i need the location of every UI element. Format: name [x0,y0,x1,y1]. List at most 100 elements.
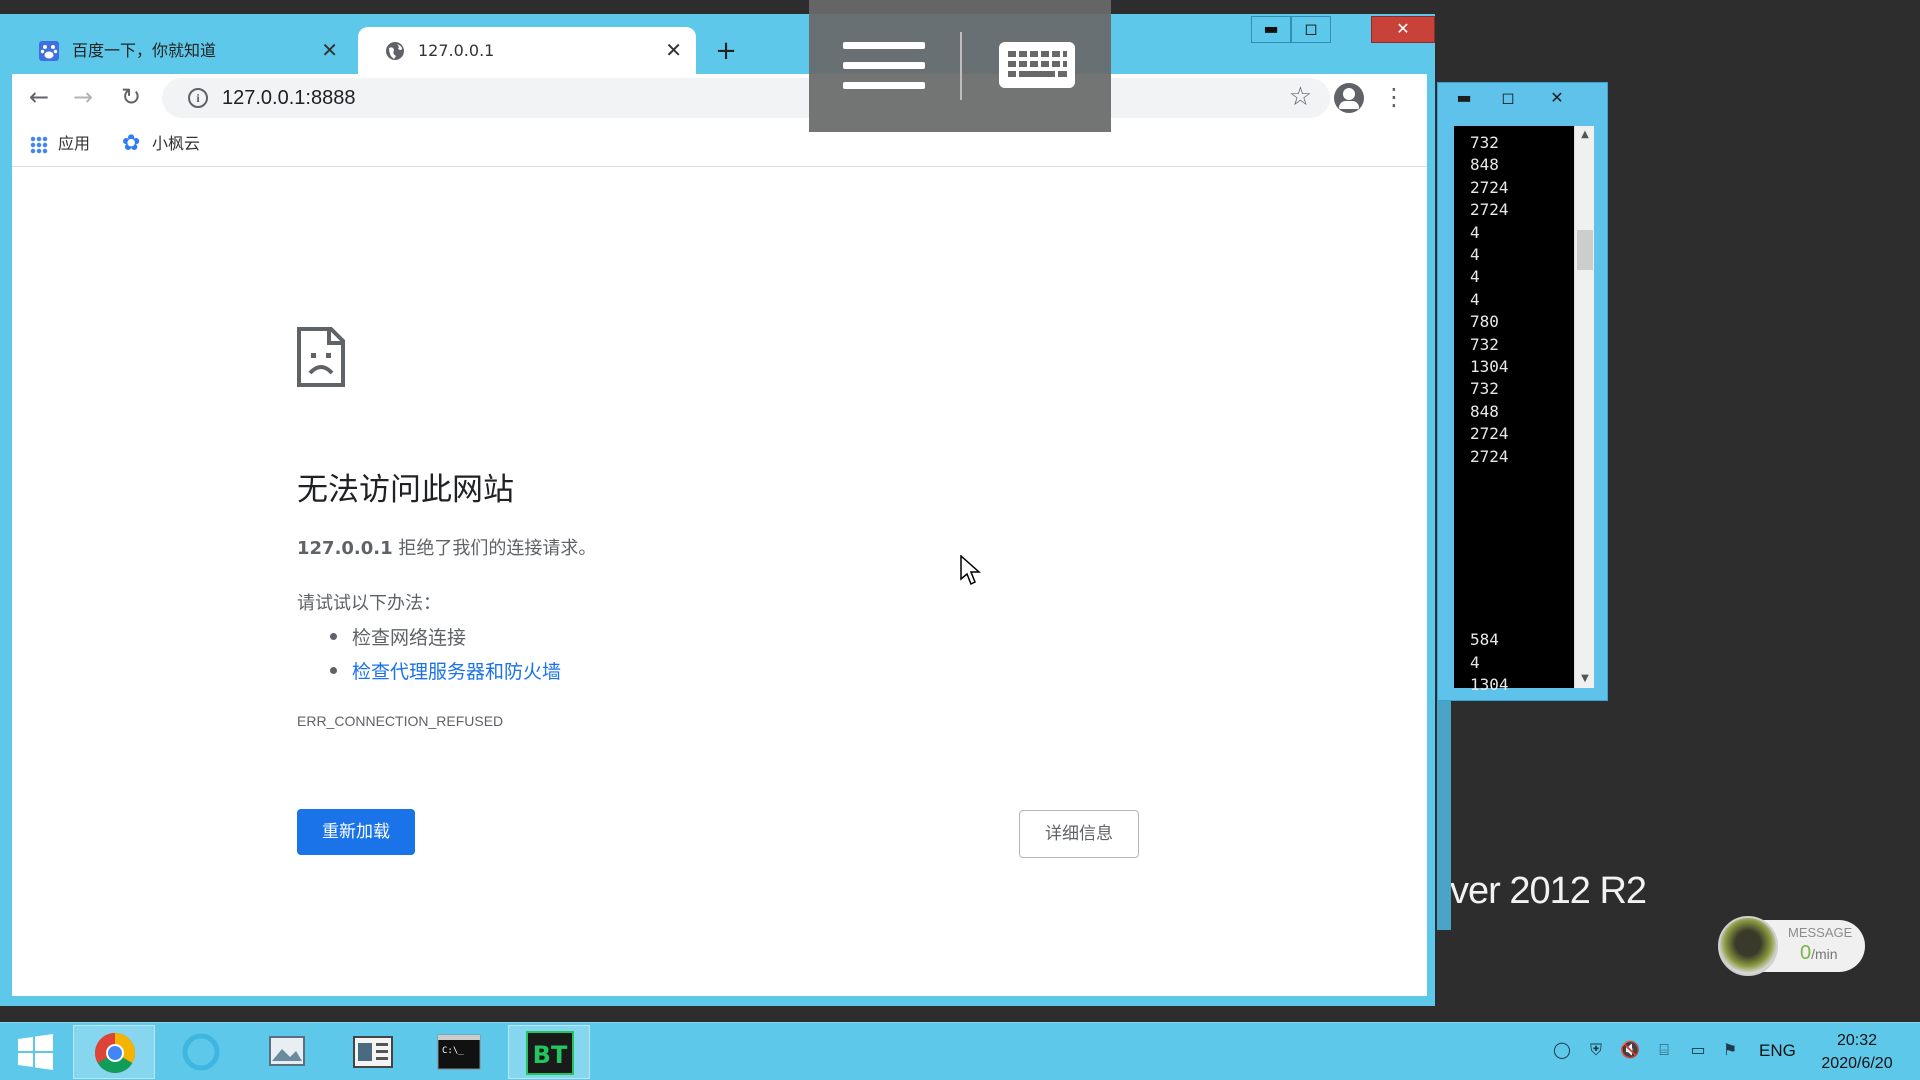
console-line: 732 [1470,334,1499,354]
new-tab-button[interactable]: + [710,36,742,68]
scroll-thumb[interactable] [1577,230,1593,270]
clock-date: 2020/6/20 [1821,1055,1893,1072]
reload-button[interactable]: 重新加载 [297,809,415,855]
os-version-text: ver 2012 R2 [1450,870,1647,912]
taskbar-cmd[interactable]: C:\_ [418,1025,500,1079]
console-output: 732 848 2724 2724 4 4 4 4 780 732 1304 732 848 2724 27… [1454,126,1574,694]
error-title: 无法访问此网站 [297,472,514,508]
mouse-cursor-icon [960,555,981,586]
message-unit: /min [1811,946,1838,962]
console-line: 732 [1470,133,1499,152]
baidu-paw-icon [39,41,59,61]
apps-grid-icon [30,136,48,154]
svg-text:C:\_: C:\_ [442,1046,464,1056]
console-line: 4 [1470,289,1480,309]
loading-ring-icon [182,1033,220,1071]
message-widget[interactable]: MESSAGE 0/min [1718,916,1865,976]
message-count: 0 [1800,942,1812,964]
profile-avatar-icon[interactable] [1334,83,1364,113]
taskbar-bt-panel[interactable]: BT [508,1025,590,1079]
sad-page-icon [297,327,345,387]
console-line: 732 [1470,379,1499,399]
photo-viewer-icon [269,1036,305,1066]
penguin-logo-icon [1718,916,1778,976]
address-text[interactable]: 127.0.0.1:8888 [222,78,355,118]
console-line: 584 [1470,630,1499,650]
console-titlebar[interactable]: ▬ ◻ ✕ [1438,83,1607,125]
bookmark-star-icon[interactable]: ☆ [1289,82,1312,112]
taskbar-photo-viewer[interactable] [246,1025,328,1079]
reader-icon [353,1036,393,1068]
minimize-button[interactable]: ▬ [1251,16,1291,43]
volume-muted-icon[interactable]: 🔇 [1619,1039,1641,1061]
browser-window: ▬ ◻ ✕ 百度一下，你就知道 ✕ 127.0.0.1 ✕ + ← → ↻ i … [0,14,1435,1006]
console-line: 780 [1470,312,1499,332]
bookmark-xiaofengyun[interactable]: ✿ 小枫云 [116,131,200,157]
taskbar-chrome[interactable] [73,1025,155,1079]
console-line: 4 [1470,652,1480,672]
console-line: 2724 [1470,424,1509,444]
action-center-icon[interactable]: ▭ [1687,1039,1709,1061]
clock[interactable]: 20:32 2020/6/20 [1812,1029,1902,1075]
console-line: 4 [1470,222,1480,242]
console-line: 1304 [1470,357,1509,377]
remote-desktop-toolbar [809,0,1111,132]
try-label: 请试试以下办法： [297,593,441,614]
console-close-button[interactable]: ✕ [1534,86,1580,111]
suggestion-link[interactable]: 检查代理服务器和防火墙 [329,657,561,684]
language-indicator[interactable]: ENG [1759,1041,1796,1061]
bookmark-apps[interactable]: 应用 [22,131,90,157]
reload-icon-button[interactable]: ↻ [114,82,148,114]
error-host: 127.0.0.1 [297,538,393,559]
tab-localhost[interactable]: 127.0.0.1 ✕ [358,27,696,74]
details-button[interactable]: 详细信息 [1019,810,1139,858]
console-line: 4 [1470,267,1480,287]
console-scrollbar[interactable]: ▲ ▼ [1574,126,1594,688]
console-line: 2724 [1470,177,1509,197]
error-description: 127.0.0.1 拒绝了我们的连接请求。 [297,534,596,560]
console-window: ▬ ◻ ✕ 732 848 2724 2724 4 4 4 4 780 732 1304 732 848… [1437,82,1608,701]
tab-title: 127.0.0.1 [418,41,495,60]
console-line: 2724 [1470,200,1509,220]
start-button[interactable] [0,1025,70,1079]
back-button[interactable]: ← [22,82,56,114]
taskbar: C:\_ BT ◯ ⛨ 🔇 ⌸ ▭ ⚑ ENG 20:32 2020/6/20 [0,1022,1920,1080]
bookmark-label: 应用 [58,134,91,153]
suggestion-item: 检查网络连接 [329,623,466,650]
keyboard-icon[interactable] [999,42,1075,88]
security-shield-icon[interactable]: ⛨ [1585,1039,1607,1061]
address-bar[interactable]: i 127.0.0.1:8888 ☆ [162,78,1330,118]
close-button[interactable]: ✕ [1371,16,1435,43]
network-ring-icon[interactable]: ◯ [1551,1039,1573,1061]
xiaofengyun-icon: ✿ [122,131,141,156]
scroll-down-icon[interactable]: ▼ [1575,670,1595,688]
more-menu-icon[interactable]: ⋮ [1382,82,1406,114]
message-rate: 0/min [1800,942,1838,965]
browser-toolbar: ← → ↻ i 127.0.0.1:8888 ☆ ⋮ [12,74,1427,122]
console-line: 2724 [1470,446,1509,466]
console-line: 4 [1470,245,1480,265]
chrome-icon [95,1033,135,1073]
forward-button[interactable]: → [66,82,100,114]
tab-close-icon[interactable]: ✕ [321,27,338,74]
svg-text:BT: BT [533,1041,568,1069]
error-page: 无法访问此网站 127.0.0.1 拒绝了我们的连接请求。 请试试以下办法： 检… [12,167,1427,996]
console-line: 848 [1470,401,1499,421]
tab-baidu[interactable]: 百度一下，你就知道 ✕ [12,27,352,74]
flag-icon[interactable]: ⚑ [1719,1039,1741,1061]
console-maximize-button[interactable]: ◻ [1485,86,1531,111]
info-icon[interactable]: i [188,88,208,108]
taskbar-reader[interactable] [332,1025,414,1079]
error-code: ERR_CONNECTION_REFUSED [297,713,504,729]
hamburger-menu-icon[interactable] [843,42,925,92]
scroll-up-icon[interactable]: ▲ [1575,126,1595,144]
console-minimize-button[interactable]: ▬ [1441,86,1487,111]
tab-title: 百度一下，你就知道 [72,41,217,60]
error-message: 拒绝了我们的连接请求。 [398,538,597,559]
taskbar-loading[interactable] [160,1025,242,1079]
bookmark-label: 小枫云 [152,134,201,153]
console-line: 1304 [1470,674,1509,694]
tab-close-icon[interactable]: ✕ [665,27,682,74]
maximize-button[interactable]: ◻ [1291,16,1331,43]
network-icon[interactable]: ⌸ [1653,1039,1675,1061]
